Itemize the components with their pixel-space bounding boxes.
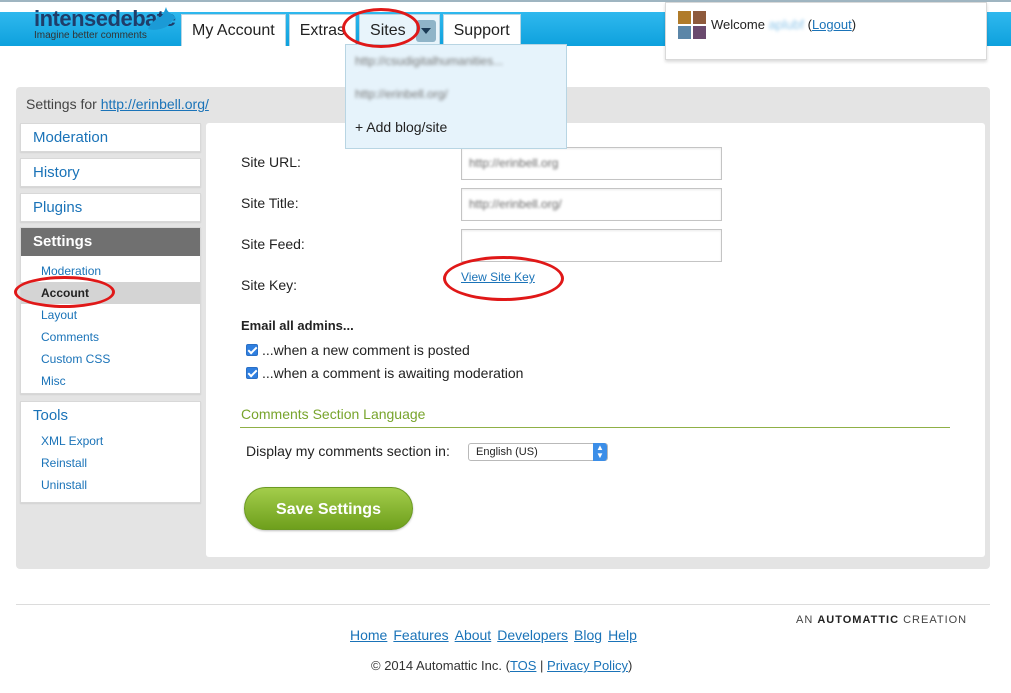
- site-feed-label: Site Feed:: [241, 236, 305, 252]
- view-site-key-link[interactable]: View Site Key: [461, 270, 535, 284]
- breadcrumb: Settings for http://erinbell.org/: [26, 96, 209, 112]
- automattic-brand: AUTOMATTIC: [817, 614, 900, 626]
- sites-dropdown: http://csudigitalhumanities... http://er…: [345, 44, 567, 149]
- sidebar-group-tools: Tools XML Export Reinstall Uninstall: [20, 401, 201, 503]
- privacy-policy-link[interactable]: Privacy Policy: [547, 658, 628, 673]
- checkbox-checked-icon[interactable]: [246, 344, 258, 356]
- sidebar-subitem-moderation[interactable]: Moderation: [21, 260, 200, 282]
- sidebar-item-settings[interactable]: Settings: [21, 228, 200, 256]
- sidebar-subitem-xml-export[interactable]: XML Export: [21, 430, 200, 452]
- site-feed-field[interactable]: [461, 229, 722, 262]
- email-option-awaiting-moderation[interactable]: ...when a comment is awaiting moderation: [246, 365, 523, 381]
- section-divider: [240, 427, 950, 428]
- footer-link-developers[interactable]: Developers: [497, 627, 568, 643]
- footer-link-blog[interactable]: Blog: [574, 627, 602, 643]
- avatar-tile: [693, 26, 706, 39]
- sidebar-item-moderation[interactable]: Moderation: [20, 123, 201, 152]
- site-title-field[interactable]: http://erinbell.org/: [461, 188, 722, 221]
- sites-menu-item[interactable]: http://csudigitalhumanities...: [346, 45, 566, 78]
- add-blog-site-item[interactable]: + Add blog/site: [346, 111, 566, 144]
- copyright: © 2014 Automattic Inc. (TOS | Privacy Po…: [371, 658, 632, 673]
- welcome-username[interactable]: aplubf: [769, 17, 804, 32]
- flame-icon: [148, 7, 176, 30]
- sidebar-subitem-account[interactable]: Account: [21, 282, 200, 304]
- language-selected-value: English (US): [476, 446, 538, 458]
- site-key-label: Site Key:: [241, 277, 298, 293]
- email-option-label: ...when a comment is awaiting moderation: [262, 365, 524, 381]
- sidebar-subitem-misc[interactable]: Misc: [21, 370, 200, 392]
- language-select[interactable]: English (US) ▲ ▼: [468, 443, 608, 461]
- site-title-value: http://erinbell.org/: [469, 197, 562, 211]
- automattic-suffix: CREATION: [899, 614, 968, 626]
- avatar-tile: [693, 11, 706, 24]
- footer-links: Home Features About Developers Blog Help: [350, 627, 637, 643]
- logo-brand-part1: intense: [34, 6, 108, 31]
- tab-sites[interactable]: Sites: [359, 14, 440, 46]
- tos-link[interactable]: TOS: [510, 658, 537, 673]
- sidebar-item-plugins[interactable]: Plugins: [20, 193, 201, 222]
- sidebar-subitem-custom-css[interactable]: Custom CSS: [21, 348, 200, 370]
- logout-close: ): [851, 17, 857, 32]
- email-admins-heading: Email all admins...: [241, 318, 354, 333]
- avatar-tile: [678, 11, 691, 24]
- tab-my-account[interactable]: My Account: [181, 14, 286, 46]
- footer-link-features[interactable]: Features: [393, 627, 448, 643]
- email-option-new-comment[interactable]: ...when a new comment is posted: [246, 342, 470, 358]
- sidebar-item-label: Moderation: [33, 129, 109, 146]
- footer-separator: |: [536, 658, 548, 673]
- logout-link[interactable]: Logout: [812, 17, 852, 32]
- logout-open: (: [803, 17, 812, 32]
- email-option-label: ...when a new comment is posted: [262, 342, 470, 358]
- chevron-down-icon[interactable]: [415, 20, 436, 42]
- site-url-field[interactable]: http://erinbell.org: [461, 147, 722, 180]
- sidebar-item-tools[interactable]: Tools: [21, 402, 200, 430]
- sites-menu-item[interactable]: http://erinbell.org/: [346, 78, 566, 111]
- site-title-label: Site Title:: [241, 195, 299, 211]
- display-language-label: Display my comments section in:: [246, 443, 450, 459]
- sidebar-group-settings: Settings Moderation Account Layout Comme…: [20, 227, 201, 394]
- tab-extras[interactable]: Extras: [288, 14, 357, 46]
- footer-link-about[interactable]: About: [455, 627, 492, 643]
- sidebar-subitem-uninstall[interactable]: Uninstall: [21, 474, 200, 496]
- tab-sites-label: Sites: [370, 22, 406, 39]
- copyright-text: © 2014 Automattic Inc. (: [371, 658, 510, 673]
- sidebar-item-history[interactable]: History: [20, 158, 201, 187]
- main-nav: My Account Extras Sites Support: [181, 14, 521, 46]
- avatar-tile: [678, 26, 691, 39]
- copyright-close: ): [627, 658, 633, 673]
- avatar[interactable]: [678, 11, 706, 39]
- footer-link-home[interactable]: Home: [350, 627, 387, 643]
- breadcrumb-prefix: Settings for: [26, 96, 101, 112]
- breadcrumb-site-link[interactable]: http://erinbell.org/: [101, 96, 209, 112]
- sidebar-subitem-comments[interactable]: Comments: [21, 326, 200, 348]
- checkbox-checked-icon[interactable]: [246, 367, 258, 379]
- save-settings-button[interactable]: Save Settings: [244, 487, 413, 530]
- sidebar-item-label: History: [33, 164, 80, 181]
- site-url-value: http://erinbell.org: [469, 156, 559, 170]
- site-url-label: Site URL:: [241, 154, 301, 170]
- tab-support[interactable]: Support: [442, 14, 521, 46]
- footer-divider: [16, 604, 990, 605]
- automattic-creation-logo[interactable]: AN AUTOMATTIC CREATION: [796, 614, 967, 626]
- welcome-prefix: Welcome: [711, 17, 769, 32]
- intensedebate-logo[interactable]: intensedebate Imagine better comments: [34, 6, 184, 50]
- automattic-prefix: AN: [796, 614, 818, 626]
- sidebar-subitem-reinstall[interactable]: Reinstall: [21, 452, 200, 474]
- welcome-box: Welcome aplubf (Logout): [665, 2, 987, 60]
- footer-link-help[interactable]: Help: [608, 627, 637, 643]
- language-section-heading: Comments Section Language: [241, 406, 426, 422]
- sidebar-item-label: Plugins: [33, 199, 83, 216]
- sidebar-subitem-layout[interactable]: Layout: [21, 304, 200, 326]
- select-arrows-icon: ▲ ▼: [593, 443, 607, 461]
- welcome-text: Welcome aplubf (Logout): [711, 17, 856, 32]
